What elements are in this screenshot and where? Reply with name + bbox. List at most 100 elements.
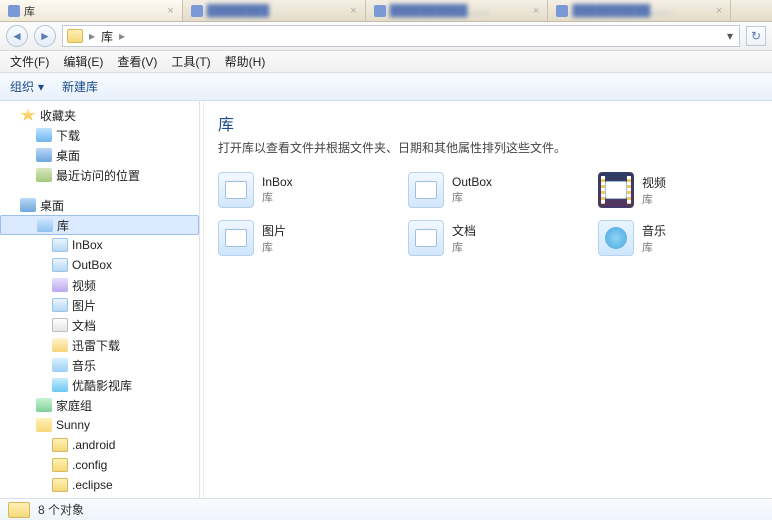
close-icon[interactable]: ×	[533, 5, 539, 17]
refresh-button[interactable]: ↻	[746, 26, 766, 46]
star-icon	[20, 108, 36, 122]
tree-label: 文档	[72, 317, 96, 334]
tab-3[interactable]: ██████████…… ×	[548, 0, 731, 21]
tree-downloads[interactable]: 下载	[0, 125, 199, 145]
tree-user[interactable]: Sunny	[0, 415, 199, 435]
tree-desktop[interactable]: 桌面	[0, 145, 199, 165]
library-item-icon	[52, 238, 68, 252]
thunder-icon	[52, 338, 68, 352]
tree-homegroup[interactable]: 家庭组	[0, 395, 199, 415]
tree-lib-inbox[interactable]: InBox	[0, 235, 199, 255]
tree-folder-eclipse[interactable]: .eclipse	[0, 475, 199, 495]
library-icon	[598, 220, 634, 256]
tile-name: 音乐	[642, 222, 666, 239]
tree-folder-config[interactable]: .config	[0, 455, 199, 475]
tree-lib-outbox[interactable]: OutBox	[0, 255, 199, 275]
breadcrumb-item[interactable]: 库	[101, 28, 113, 45]
content-pane[interactable]: 库 打开库以查看文件并根据文件夹、日期和其他属性排列这些文件。 InBox 库 …	[204, 101, 772, 498]
status-bar: 8 个对象	[0, 498, 772, 520]
tree-lib-video[interactable]: 视频	[0, 275, 199, 295]
tab-0[interactable]: 库×	[0, 0, 183, 21]
tree-libraries[interactable]: 库	[0, 215, 199, 235]
folder-icon	[52, 478, 68, 492]
tree-label: .android	[72, 438, 115, 452]
chevron-down-icon: ▾	[38, 80, 44, 94]
tile-name: 文档	[452, 222, 476, 239]
tree-folder-android[interactable]: .android	[0, 435, 199, 455]
back-button[interactable]: ◄	[6, 25, 28, 47]
tree-favorites[interactable]: 收藏夹	[0, 105, 199, 125]
library-tile-video[interactable]: 视频 库	[598, 170, 748, 210]
browser-tab-bar: 库× ████████× ██████████……× ██████████……×	[0, 0, 772, 22]
tile-name: 视频	[642, 174, 666, 191]
tile-sub: 库	[262, 239, 286, 255]
tree-label: 桌面	[40, 197, 64, 214]
tree-lib-pictures[interactable]: 图片	[0, 295, 199, 315]
tile-sub: 库	[452, 239, 476, 255]
tree-desktop-root[interactable]: 桌面	[0, 195, 199, 215]
new-library-button[interactable]: 新建库	[62, 78, 98, 95]
tab-label: 库	[24, 3, 35, 19]
tab-label: ██████████……	[572, 5, 672, 17]
tree-label: .eclipse	[72, 478, 113, 492]
status-text: 8 个对象	[38, 501, 84, 518]
menu-tools[interactable]: 工具(T)	[171, 53, 210, 70]
desktop-icon	[36, 148, 52, 162]
user-icon	[36, 418, 52, 432]
menu-file[interactable]: 文件(F)	[10, 53, 49, 70]
chevron-down-icon[interactable]: ▾	[727, 29, 733, 43]
tab-1[interactable]: ████████ ×	[183, 0, 366, 21]
tree-label: .config	[72, 458, 107, 472]
tree-sidebar[interactable]: 收藏夹 下载 桌面 最近访问的位置 桌面 库 InBox OutBox 视频 图…	[0, 101, 200, 498]
main-area: 收藏夹 下载 桌面 最近访问的位置 桌面 库 InBox OutBox 视频 图…	[0, 101, 772, 498]
address-bar[interactable]: ▸ 库 ▸ ▾	[62, 25, 740, 47]
recent-icon	[36, 168, 52, 182]
document-icon	[52, 318, 68, 332]
folder-icon	[67, 29, 83, 43]
library-tile-doc[interactable]: 文档 库	[408, 218, 558, 258]
pictures-icon	[52, 298, 68, 312]
tile-sub: 库	[262, 189, 293, 205]
download-icon	[36, 128, 52, 142]
menu-help[interactable]: 帮助(H)	[225, 53, 266, 70]
library-tile-outbox[interactable]: OutBox 库	[408, 170, 558, 210]
tree-lib-youku[interactable]: 优酷影视库	[0, 375, 199, 395]
menu-edit[interactable]: 编辑(E)	[63, 53, 103, 70]
close-icon[interactable]: ×	[716, 5, 722, 17]
new-tab-button[interactable]	[731, 0, 772, 21]
tree-label: 最近访问的位置	[56, 167, 140, 184]
library-tile-inbox[interactable]: InBox 库	[218, 170, 368, 210]
library-grid: InBox 库 OutBox 库 视频 库 图片 库 文档 库 音乐 库	[218, 170, 758, 258]
organize-button[interactable]: 组织▾	[10, 78, 44, 95]
tree-label: 图片	[72, 297, 96, 314]
video-icon	[52, 278, 68, 292]
tile-sub: 库	[452, 189, 492, 205]
tile-name: OutBox	[452, 175, 492, 189]
tile-name: InBox	[262, 175, 293, 189]
folder-icon	[8, 5, 20, 17]
tree-label: 桌面	[56, 147, 80, 164]
tree-lib-documents[interactable]: 文档	[0, 315, 199, 335]
tab-label: ████████	[207, 5, 269, 17]
folder-icon	[52, 438, 68, 452]
tree-lib-music[interactable]: 音乐	[0, 355, 199, 375]
tree-label: 收藏夹	[40, 107, 76, 124]
breadcrumb-separator: ▸	[89, 29, 95, 43]
close-icon[interactable]: ×	[167, 5, 173, 17]
tree-label: 音乐	[72, 357, 96, 374]
library-tile-music[interactable]: 音乐 库	[598, 218, 748, 258]
tree-folder-idlerc[interactable]: .idlerc	[0, 495, 199, 498]
page-icon	[191, 5, 203, 17]
nav-bar: ◄ ► ▸ 库 ▸ ▾ ↻	[0, 22, 772, 51]
tree-recent[interactable]: 最近访问的位置	[0, 165, 199, 185]
library-item-icon	[52, 258, 68, 272]
forward-button[interactable]: ►	[34, 25, 56, 47]
library-tile-pic[interactable]: 图片 库	[218, 218, 368, 258]
tree-lib-thunder[interactable]: 迅雷下载	[0, 335, 199, 355]
library-icon	[218, 220, 254, 256]
youku-icon	[52, 378, 68, 392]
tree-label: 下载	[56, 127, 80, 144]
menu-view[interactable]: 查看(V)	[117, 53, 157, 70]
tab-2[interactable]: ██████████……×	[366, 0, 549, 21]
close-icon[interactable]: ×	[350, 5, 356, 17]
